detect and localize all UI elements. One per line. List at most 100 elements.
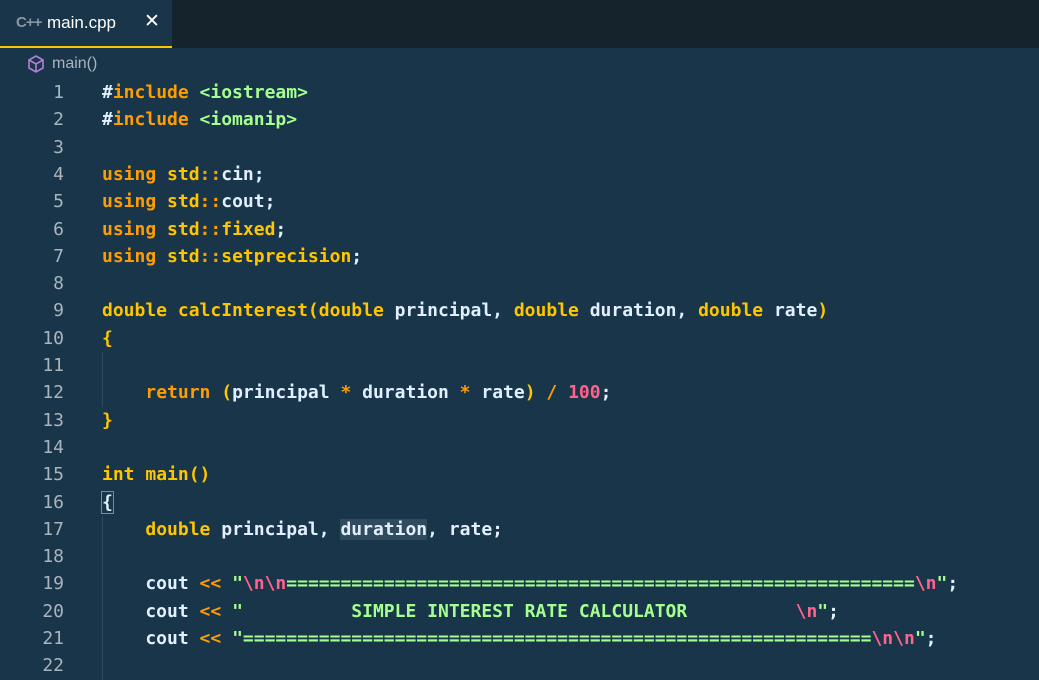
code-token: << — [199, 628, 222, 649]
code-line[interactable]: 21 cout << "============================… — [0, 625, 1039, 652]
code-token: duration — [351, 382, 460, 404]
code-line[interactable]: 17 double principal, duration, rate; — [0, 516, 1039, 543]
code-token: , rate; — [427, 518, 503, 540]
breadcrumb-item-main[interactable]: main() — [52, 55, 97, 73]
code-line[interactable]: 16 { — [0, 489, 1039, 516]
code-text: using std::cout; — [102, 188, 275, 215]
code-token: ========================================… — [286, 573, 915, 595]
code-text: double calcInterest(double principal, do… — [102, 297, 828, 324]
code-line[interactable]: 4 using std::cin; — [0, 161, 1039, 188]
code-line[interactable]: 19 cout << "\n\n========================… — [0, 570, 1039, 597]
code-text: { — [102, 325, 113, 352]
code-token: std — [167, 245, 200, 267]
code-token: cout; — [221, 191, 276, 213]
code-line[interactable]: 1 #include <iostream> — [0, 79, 1039, 106]
code-line[interactable]: 14 — [0, 434, 1039, 461]
code-token: ) — [817, 300, 829, 322]
code-token: ; — [275, 218, 287, 240]
code-token: "=======================================… — [232, 628, 872, 649]
code-line[interactable]: 5 using std::cout; — [0, 188, 1039, 215]
line-number: 1 — [53, 82, 64, 103]
code-token: return — [145, 382, 211, 404]
code-line[interactable]: 3 — [0, 134, 1039, 161]
code-line[interactable]: 20 cout << " SIMPLE INTEREST RATE CALCUL… — [0, 598, 1039, 625]
code-editor[interactable]: 1 #include <iostream> 2 #include <iomanip> 3… — [0, 79, 1039, 680]
code-token: } — [102, 409, 113, 431]
code-token: duration — [340, 518, 428, 540]
code-line[interactable]: 10 { — [0, 325, 1039, 352]
code-text: using std::cin; — [102, 161, 265, 188]
code-token: ( — [221, 382, 233, 404]
line-number: 12 — [42, 382, 64, 404]
code-token: include — [112, 82, 189, 103]
line-number: 17 — [42, 518, 64, 540]
code-token: using — [102, 163, 157, 185]
code-token: ; — [925, 628, 937, 649]
code-token: <iostream> — [199, 82, 308, 103]
code-line[interactable]: 7 using std::setprecision; — [0, 243, 1039, 270]
code-token: 100 — [568, 382, 601, 404]
code-line[interactable]: 22 — [0, 652, 1039, 679]
code-line[interactable]: 2 #include <iomanip> — [0, 106, 1039, 133]
code-token: { — [102, 327, 113, 349]
code-token: \n — [795, 600, 818, 622]
code-token: :: — [199, 191, 222, 213]
code-token: double — [698, 300, 764, 322]
code-line[interactable]: 11 — [0, 352, 1039, 379]
code-token: << — [199, 600, 222, 622]
code-token: using — [102, 191, 157, 213]
line-number: 3 — [53, 136, 64, 158]
code-token: ; — [351, 245, 363, 267]
line-number: 13 — [42, 409, 64, 431]
code-token: principal — [232, 382, 341, 404]
code-token: :: — [199, 245, 222, 267]
code-token: / — [546, 382, 558, 404]
indent-guide — [102, 515, 103, 680]
code-line[interactable]: 9 double calcInterest(double principal, d… — [0, 297, 1039, 324]
indent-guide — [102, 352, 103, 407]
code-line[interactable]: 12 return (principal * duration * rate) … — [0, 379, 1039, 406]
code-token: { — [101, 490, 114, 514]
code-token: setprecision — [221, 245, 352, 267]
code-line[interactable]: 6 using std::fixed; — [0, 216, 1039, 243]
code-token: double — [102, 300, 168, 322]
line-number: 14 — [42, 436, 64, 458]
code-text: return (principal * duration * rate) / 1… — [102, 379, 611, 406]
code-token: double — [145, 518, 211, 540]
code-token: cout — [102, 628, 200, 649]
code-token: std — [167, 163, 200, 185]
line-number: 7 — [53, 245, 64, 267]
line-number: 9 — [53, 300, 64, 322]
cube-icon — [26, 54, 46, 78]
code-token: " — [914, 628, 926, 649]
code-token: cout — [102, 600, 200, 622]
code-token: double — [318, 300, 384, 322]
code-token: ( — [307, 300, 319, 322]
code-token: # — [102, 82, 113, 103]
code-token: rate — [763, 300, 818, 322]
code-line[interactable]: 15 int main() — [0, 461, 1039, 488]
tab-bar: C++ main.cpp ✕ — [0, 0, 1039, 48]
code-token: <iomanip> — [199, 109, 298, 131]
code-text: int main() — [102, 461, 210, 488]
code-token: principal, — [210, 518, 341, 540]
close-icon[interactable]: ✕ — [144, 10, 160, 32]
code-line[interactable]: 13} — [0, 407, 1039, 434]
line-number: 16 — [42, 491, 64, 513]
code-token: " SIMPLE INTEREST RATE CALCULATOR — [232, 600, 796, 622]
code-token: int — [102, 464, 135, 486]
tab-main-cpp[interactable]: C++ main.cpp ✕ — [0, 0, 172, 48]
code-token: std — [167, 191, 200, 213]
code-line[interactable]: 8 — [0, 270, 1039, 297]
line-number: 10 — [42, 327, 64, 349]
code-line[interactable]: 18 — [0, 543, 1039, 570]
line-number: 21 — [42, 628, 64, 649]
code-text: cout << "===============================… — [102, 625, 937, 652]
